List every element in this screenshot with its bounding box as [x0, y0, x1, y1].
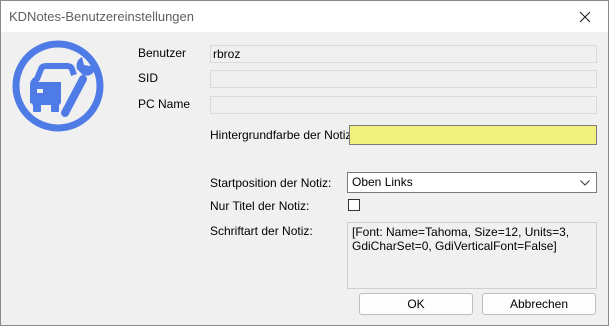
- title-bar[interactable]: KDNotes-Benutzereinstellungen: [1, 1, 608, 32]
- start-position-dropdown[interactable]: Oben Links: [347, 172, 597, 193]
- benutzer-field[interactable]: rbroz: [210, 45, 597, 63]
- title-only-checkbox[interactable]: [348, 199, 360, 211]
- pc-name-label: PC Name: [138, 97, 191, 111]
- settings-dialog: KDNotes-Benutzereinstellungen Benutzer r…: [0, 0, 609, 326]
- pc-name-field[interactable]: [210, 96, 597, 114]
- font-label: Schriftart der Notiz:: [210, 224, 313, 238]
- background-color-label: Hintergrundfarbe der Notiz:: [210, 128, 355, 142]
- close-button[interactable]: [562, 1, 608, 32]
- sid-field[interactable]: [210, 70, 597, 88]
- close-icon: [579, 11, 591, 22]
- start-position-label: Startposition der Notiz:: [210, 176, 332, 190]
- background-color-swatch[interactable]: [349, 125, 597, 145]
- ok-button[interactable]: OK: [359, 293, 473, 315]
- car-wrench-icon: [12, 40, 104, 132]
- title-only-label: Nur Titel der Notiz:: [210, 199, 310, 213]
- start-position-value: Oben Links: [352, 175, 413, 189]
- chevron-down-icon: [578, 173, 592, 192]
- benutzer-label: Benutzer: [138, 46, 187, 60]
- sid-label: SID: [138, 71, 159, 85]
- font-field[interactable]: [Font: Name=Tahoma, Size=12, Units=3, Gd…: [347, 222, 597, 289]
- window-title: KDNotes-Benutzereinstellungen: [9, 9, 194, 24]
- cancel-button[interactable]: Abbrechen: [482, 293, 596, 315]
